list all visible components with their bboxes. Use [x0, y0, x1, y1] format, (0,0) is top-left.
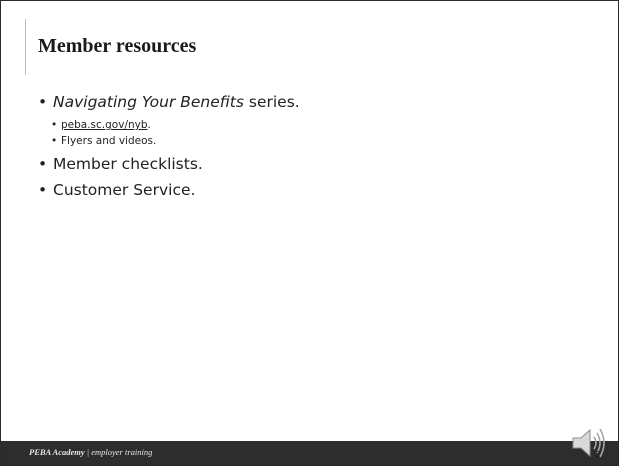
- footer-text: PEBA Academy | employer training: [29, 447, 152, 457]
- bullet-marker: •: [38, 181, 48, 199]
- speaker-icon[interactable]: [570, 425, 608, 461]
- bullet-item: • Customer Service.: [1, 179, 601, 205]
- bullet-marker: •: [51, 119, 58, 131]
- sub-bullet-item: • Flyers and videos.: [1, 133, 601, 149]
- sub-bullet-suffix: .: [147, 119, 151, 131]
- bullet-item: • Navigating Your Benefits series.: [1, 91, 601, 117]
- slide: Member resources • Navigating Your Benef…: [0, 0, 619, 466]
- slide-title: Member resources: [38, 35, 197, 57]
- footer-subtitle: employer training: [91, 447, 153, 457]
- bullet-item: • Member checklists.: [1, 153, 601, 179]
- bullet-marker: •: [51, 135, 58, 147]
- page-number: 2: [595, 450, 600, 459]
- bullet-italic-text: Navigating Your Benefits: [53, 93, 244, 111]
- sub-bullet-item: • peba.sc.gov/nyb.: [1, 117, 601, 133]
- bullet-text: Customer Service.: [53, 181, 196, 199]
- bullet-text: series.: [243, 93, 300, 111]
- bullet-list: • Navigating Your Benefits series. • peb…: [1, 91, 601, 205]
- title-divider: [25, 19, 26, 75]
- bullet-marker: •: [38, 155, 48, 173]
- bullet-marker: •: [38, 93, 48, 111]
- slide-footer: PEBA Academy | employer training: [1, 441, 618, 465]
- nyb-link[interactable]: peba.sc.gov/nyb: [61, 119, 148, 131]
- sub-bullet-text: Flyers and videos.: [61, 135, 157, 147]
- bullet-text: Member checklists.: [53, 155, 203, 173]
- footer-brand: PEBA Academy: [29, 447, 85, 457]
